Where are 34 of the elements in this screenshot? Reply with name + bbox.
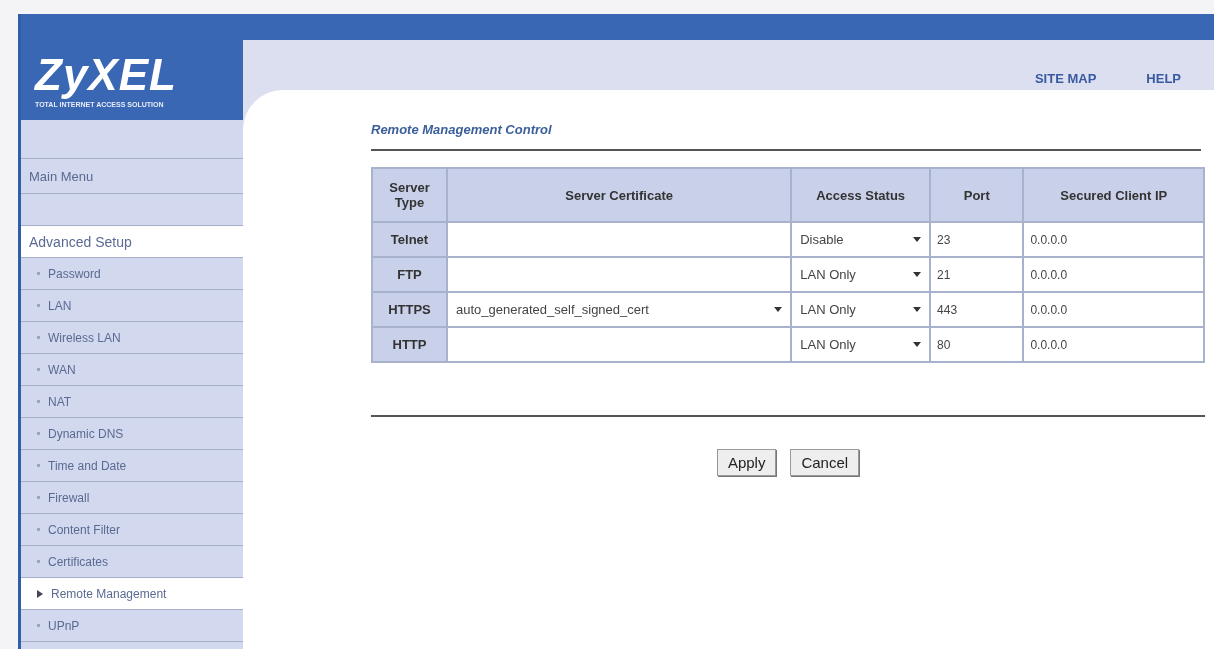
dot-bullet-icon [37,496,40,499]
dot-bullet-icon [37,624,40,627]
dot-bullet-icon [37,304,40,307]
column-header: Secured Client IP [1024,169,1203,221]
column-header: Access Status [792,169,930,221]
dot-bullet-icon [37,400,40,403]
column-header: Server Type [373,169,446,221]
caret-icon [913,342,922,347]
apply-button[interactable]: Apply [716,449,777,476]
section-heading[interactable]: Advanced Setup [21,226,243,258]
caret-icon [774,307,783,312]
column-header: Port [931,169,1023,221]
caret-icon [913,272,922,277]
sidebar-item[interactable]: Remote Management [21,578,243,610]
table-cell: FTP [373,258,446,291]
dot-bullet-icon [37,432,40,435]
dot-bullet-icon [37,464,40,467]
cancel-button[interactable]: Cancel [790,449,860,476]
dot-bullet-icon [37,336,40,339]
dot-bullet-icon [37,272,40,275]
dot-bullet-icon [37,560,40,563]
table-cell: Telnet [373,223,446,256]
table-cell: HTTP [373,328,446,361]
column-header: Server Certificate [447,169,791,221]
dot-bullet-icon [37,368,40,371]
logo-name: ZyXEL [35,52,177,97]
top-link[interactable]: SITE MAP [1034,71,1097,86]
top-link[interactable]: HELP [1146,71,1181,86]
caret-icon [913,237,922,242]
triangle-bullet-icon [37,589,43,598]
caret-icon [913,307,922,312]
section-title: Remote Management Control [371,122,1201,151]
dot-bullet-icon [37,528,40,531]
table-cell: HTTPS [373,293,446,326]
